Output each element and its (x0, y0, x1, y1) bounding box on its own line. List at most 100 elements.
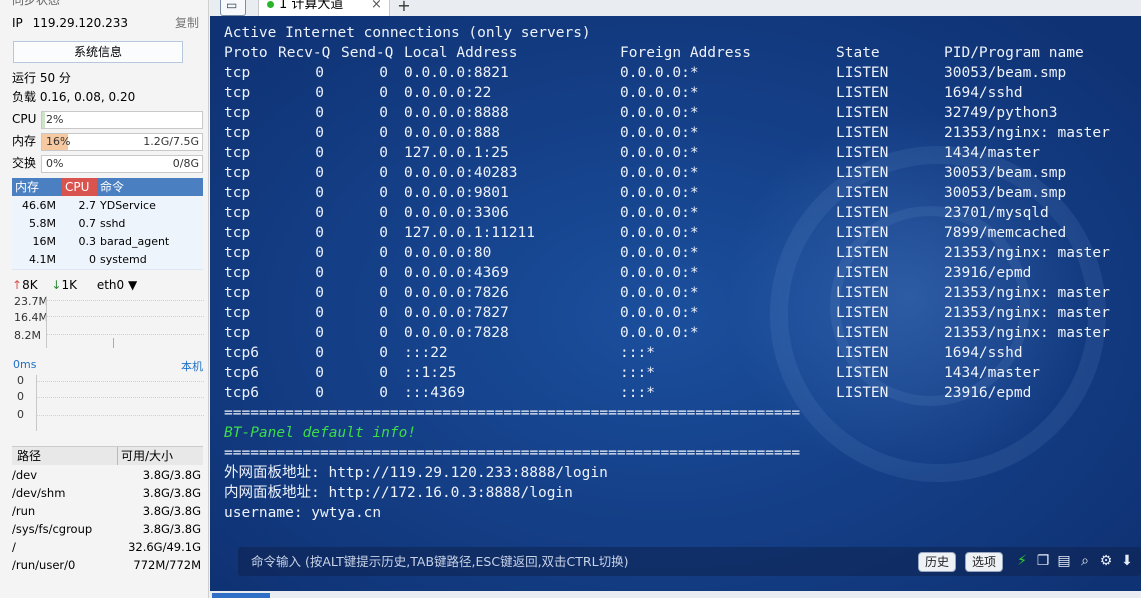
terminal[interactable]: Active Internet connections (only server… (210, 16, 1141, 591)
grid-line (47, 316, 204, 317)
conn-state: LISTEN (836, 225, 889, 241)
disk-row: /sys/fs/cgroup 3.8G/3.8G (12, 520, 203, 538)
conn-foreign: 0.0.0.0:* (620, 325, 699, 341)
gear-icon[interactable]: ⚙ (1098, 553, 1114, 569)
conn-foreign: 0.0.0.0:* (620, 65, 699, 81)
disk-size: 3.8G/3.8G (142, 468, 201, 482)
download-icon[interactable]: ⬇ (1119, 553, 1135, 569)
conn-recv: 0 (315, 185, 324, 201)
conn-pid: 21353/nginx: master (944, 305, 1110, 321)
conn-state: LISTEN (836, 265, 889, 281)
proc-col-mem[interactable]: 内存 (15, 178, 39, 196)
conn-state: LISTEN (836, 325, 889, 341)
conn-recv: 0 (315, 385, 324, 401)
conn-recv: 0 (315, 105, 324, 121)
copy-icon[interactable]: ❐ (1035, 553, 1051, 569)
conn-proto: tcp (224, 85, 251, 101)
conn-send: 0 (379, 385, 388, 401)
connected-dot-icon (267, 1, 274, 8)
disk-path: /sys/fs/cgroup (12, 522, 93, 536)
process-row[interactable]: 4.1M 0 systemd (12, 251, 203, 270)
disk-path: /dev (12, 468, 38, 482)
conn-state: LISTEN (836, 65, 889, 81)
conn-send: 0 (379, 205, 388, 221)
conn-recv: 0 (315, 325, 324, 341)
disk-size: 3.8G/3.8G (142, 504, 201, 518)
conn-local: 127.0.0.1:11211 (404, 225, 535, 241)
conn-state: LISTEN (836, 385, 889, 401)
latency-host[interactable]: 本机 (181, 358, 203, 374)
conn-state: LISTEN (836, 245, 889, 261)
col-recvq: Recv-Q (278, 45, 331, 61)
conn-local: ::1:25 (404, 365, 457, 381)
swap-usage: 0/8G (172, 157, 199, 170)
col-foreign: Foreign Address (620, 45, 751, 61)
mem-label: 内存 (12, 134, 37, 148)
cpu-meter: 2% (41, 111, 203, 129)
tab-terminal[interactable]: 1 计算大道 × (258, 0, 390, 16)
conn-foreign: 0.0.0.0:* (620, 245, 699, 261)
conn-state: LISTEN (836, 165, 889, 181)
copy-ip-button[interactable]: 复制 (175, 14, 199, 32)
latency-ylabel: 0 (17, 374, 24, 387)
conn-local: 127.0.0.1:25 (404, 145, 509, 161)
cpu-meter-fill (42, 112, 46, 128)
process-row[interactable]: 16M 0.3 barad_agent (12, 233, 203, 252)
sysinfo-button[interactable]: 系统信息 (13, 41, 183, 63)
connection-row: tcp 0 0 0.0.0.0:7828 0.0.0.0:* LISTEN 21353/ng… (224, 323, 1124, 343)
proc-col-cmd[interactable]: 命令 (100, 178, 124, 196)
proc-cmd: systemd (100, 253, 147, 266)
conn-send: 0 (379, 285, 388, 301)
conn-recv: 0 (315, 225, 324, 241)
conn-pid: 1694/sshd (944, 85, 1023, 101)
conn-proto: tcp (224, 325, 251, 341)
conn-send: 0 (379, 105, 388, 121)
col-local: Local Address (404, 45, 518, 61)
search-icon[interactable]: ⌕ (1077, 553, 1093, 569)
conn-send: 0 (379, 185, 388, 201)
conn-local: 0.0.0.0:9801 (404, 185, 509, 201)
folder-button[interactable]: ▭ (220, 0, 246, 16)
conn-proto: tcp (224, 145, 251, 161)
proc-col-cpu[interactable]: CPU (62, 178, 97, 196)
conn-pid: 23701/mysqld (944, 205, 1049, 221)
mem-meter: 16% 1.2G/7.5G (41, 133, 203, 151)
inner-url-line: 内网面板地址: http://172.16.0.3:8888/login (224, 485, 573, 501)
conn-pid: 30053/beam.smp (944, 165, 1067, 181)
conn-send: 0 (379, 165, 388, 181)
add-tab-button[interactable]: + (395, 0, 413, 14)
iface-select[interactable]: eth0 ▼ (97, 278, 137, 292)
conn-pid: 21353/nginx: master (944, 245, 1110, 261)
latency-ylabel: 0 (17, 408, 24, 421)
process-row[interactable]: 46.6M 2.7 YDService (12, 197, 203, 216)
conn-recv: 0 (315, 65, 324, 81)
paste-icon[interactable]: ▤ (1056, 553, 1072, 569)
options-button[interactable]: 选项 (965, 552, 1004, 572)
network-chart (46, 296, 204, 348)
conn-foreign: 0.0.0.0:* (620, 305, 699, 321)
process-row[interactable]: 5.8M 0.7 sshd (12, 215, 203, 234)
tab-close-icon[interactable]: × (371, 0, 382, 12)
lightning-icon[interactable]: ⚡ (1014, 553, 1030, 569)
folder-icon: ▭ (226, 0, 238, 12)
conn-send: 0 (379, 245, 388, 261)
tab-bar: ▭ 1 计算大道 × + (210, 0, 1141, 16)
conn-local: 0.0.0.0:80 (404, 245, 492, 261)
bottom-active-tab[interactable] (212, 593, 270, 598)
latency-chart (36, 375, 204, 431)
command-bar: 命令输入 (按ALT键提示历史,TAB键路径,ESC键返回,双击CTRL切换) … (238, 547, 1141, 576)
proc-cpu: 0.3 (78, 235, 97, 248)
history-button[interactable]: 历史 (918, 552, 957, 572)
conn-local: :::4369 (404, 385, 466, 401)
conn-proto: tcp6 (224, 365, 259, 381)
conn-pid: 23916/epmd (944, 385, 1032, 401)
grid-line (47, 300, 204, 301)
conn-local: :::22 (404, 345, 448, 361)
conn-proto: tcp (224, 65, 251, 81)
col-proto: Proto (224, 45, 268, 61)
command-input[interactable]: 命令输入 (按ALT键提示历史,TAB键路径,ESC键返回,双击CTRL切换) (251, 547, 628, 576)
terminal-line-header: Active Internet connections (only server… (224, 25, 591, 41)
conn-foreign: 0.0.0.0:* (620, 105, 699, 121)
proc-cpu: 0 (89, 253, 96, 266)
connection-row: tcp 0 0 0.0.0.0:40283 0.0.0.0:* LISTEN 30053/b… (224, 163, 1124, 183)
